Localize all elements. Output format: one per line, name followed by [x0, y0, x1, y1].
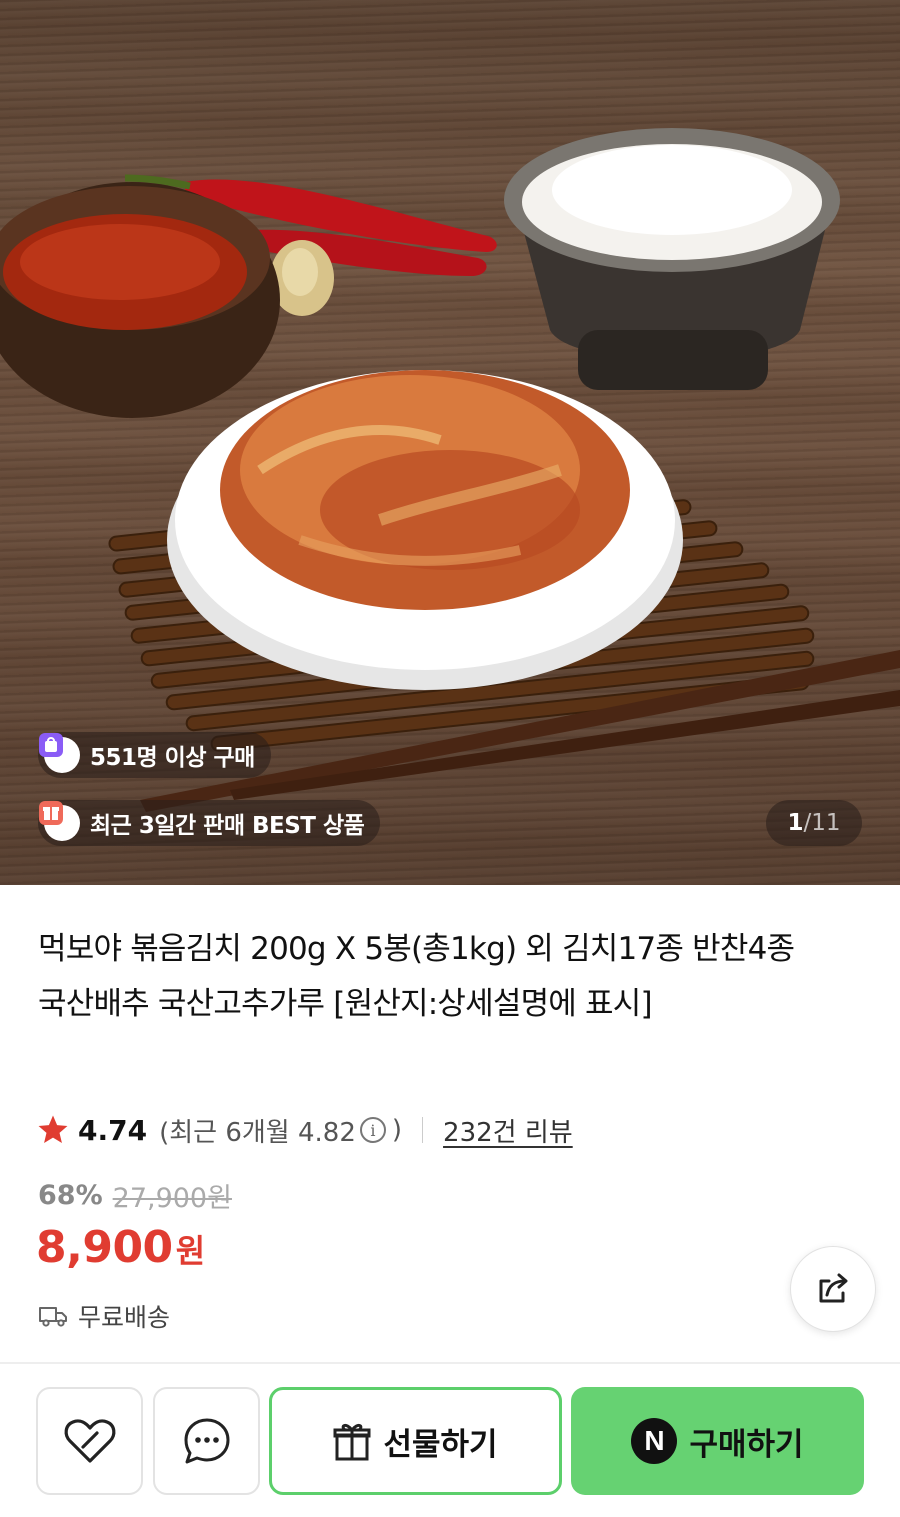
discount-row: 68% 27,900원 — [38, 1176, 232, 1215]
shipping-text: 무료배송 — [78, 1303, 171, 1332]
best-seller-badge: 최근 3일간 판매 BEST 상품 — [38, 800, 381, 846]
chat-icon — [184, 1418, 229, 1464]
gift-box-icon — [39, 801, 80, 841]
best-seller-text: 최근 3일간 판매 BEST 상품 — [90, 813, 365, 839]
shipping-info: 무료배송 — [38, 1298, 170, 1334]
naver-n-icon: N — [631, 1418, 678, 1464]
buyers-count-badge: 551명 이상 구매 — [38, 732, 271, 778]
share-button[interactable] — [790, 1246, 876, 1332]
product-title: 먹보야 볶음김치 200g X 5봉(총1kg) 외 김치17종 반찬4종 국산… — [38, 931, 795, 1022]
image-counter-separator: / — [803, 810, 812, 836]
rating-divider — [422, 1117, 424, 1143]
gift-button-label: 선물하기 — [383, 1426, 498, 1463]
image-counter-total: 11 — [811, 810, 841, 836]
image-counter-current: 1 — [787, 810, 804, 836]
discount-rate: 68% — [38, 1180, 103, 1211]
info-icon[interactable]: i — [359, 1117, 386, 1143]
product-image-carousel[interactable]: 551명 이상 구매 최근 3일간 판매 BEST 상품 1 / 11 — [0, 0, 900, 885]
gift-button[interactable]: 선물하기 — [269, 1387, 562, 1495]
truck-icon — [39, 1307, 67, 1327]
bag-icon — [39, 733, 80, 773]
gift-icon — [333, 1423, 371, 1461]
heart-icon — [64, 1419, 115, 1463]
section-divider — [0, 1362, 900, 1364]
sale-price-currency: 원 — [175, 1232, 206, 1270]
recent-rating: (최근 6개월 4.82 — [159, 1117, 356, 1148]
sale-price-amount: 8,900 — [36, 1222, 173, 1273]
original-price: 27,900원 — [112, 1183, 232, 1214]
rating-row: 4.74 (최근 6개월 4.82 i ) 232건 리뷰 — [36, 1108, 573, 1152]
share-icon — [819, 1273, 848, 1303]
wishlist-button[interactable] — [36, 1387, 143, 1495]
review-count-link[interactable]: 232건 리뷰 — [443, 1112, 573, 1149]
buy-button-label: 구매하기 — [689, 1426, 804, 1463]
image-counter: 1 / 11 — [766, 800, 862, 846]
sale-price: 8,900 원 — [36, 1222, 205, 1273]
rating-score: 4.74 — [78, 1113, 148, 1147]
star-icon — [38, 1115, 68, 1144]
recent-rating-close: ) — [391, 1115, 403, 1145]
chat-button[interactable] — [153, 1387, 260, 1495]
buyers-count-text: 551명 이상 구매 — [90, 745, 255, 771]
buy-button[interactable]: N 구매하기 — [571, 1387, 864, 1495]
